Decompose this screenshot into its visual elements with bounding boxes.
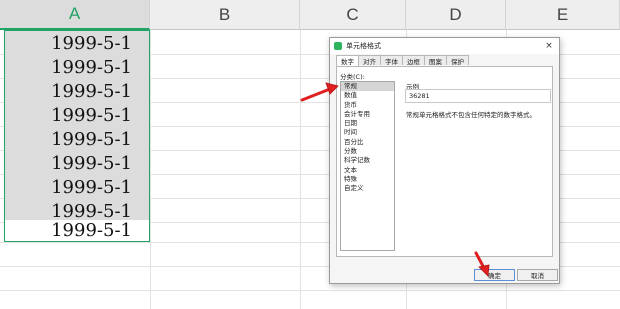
category-item-text[interactable]: 文本 (341, 166, 394, 175)
cell-a4[interactable]: 1999-5-1 (4, 103, 150, 127)
ok-button[interactable]: 确定 (474, 269, 515, 281)
cell-a1[interactable]: 1999-5-1 (4, 31, 150, 55)
tab-protection[interactable]: 保护 (446, 55, 469, 66)
cell-a3[interactable]: 1999-5-1 (4, 79, 150, 103)
app-icon (334, 42, 342, 50)
dialog-titlebar[interactable]: 单元格格式 × (330, 38, 559, 54)
grid-line (0, 290, 620, 291)
dialog-title: 单元格格式 (346, 42, 381, 50)
tab-number[interactable]: 数字 (336, 55, 359, 66)
column-header-d[interactable]: D (406, 0, 506, 30)
column-header-e[interactable]: E (506, 0, 620, 30)
dialog-tabs: 数字 对齐 字体 边框 图案 保护 (336, 55, 469, 66)
category-item-number[interactable]: 数值 (341, 91, 394, 100)
category-item-time[interactable]: 时间 (341, 128, 394, 137)
category-list[interactable]: 常规 数值 货币 会计专用 日期 时间 百分比 分数 科学记数 文本 特殊 自定… (340, 81, 395, 251)
sample-value: 36281 (405, 89, 551, 103)
cell-a9-active[interactable]: 1999-5-1 (4, 220, 150, 241)
cell-a5[interactable]: 1999-5-1 (4, 127, 150, 151)
number-tab-panel: 分类(C): 常规 数值 货币 会计专用 日期 时间 百分比 分数 科学记数 文… (336, 66, 553, 257)
category-item-currency[interactable]: 货币 (341, 101, 394, 110)
cell-a7[interactable]: 1999-5-1 (4, 175, 150, 199)
category-item-custom[interactable]: 自定义 (341, 184, 394, 193)
tab-pattern[interactable]: 图案 (424, 55, 447, 66)
category-item-fraction[interactable]: 分数 (341, 147, 394, 156)
column-header-c[interactable]: C (300, 0, 406, 30)
grid-line (150, 30, 151, 309)
category-item-percentage[interactable]: 百分比 (341, 138, 394, 147)
tab-font[interactable]: 字体 (380, 55, 403, 66)
column-header-a[interactable]: A (0, 0, 150, 30)
category-item-general[interactable]: 常规 (341, 82, 394, 92)
format-cells-dialog: 单元格格式 × 数字 对齐 字体 边框 图案 保护 分类(C): 常规 数值 货… (329, 37, 560, 284)
grid-line (300, 30, 301, 309)
cell-a6[interactable]: 1999-5-1 (4, 151, 150, 175)
category-label: 分类(C): (340, 73, 365, 81)
cell-a2[interactable]: 1999-5-1 (4, 55, 150, 79)
category-item-accounting[interactable]: 会计专用 (341, 110, 394, 119)
tab-alignment[interactable]: 对齐 (358, 55, 381, 66)
close-icon[interactable]: × (543, 39, 555, 52)
category-item-scientific[interactable]: 科学记数 (341, 156, 394, 165)
column-header-b[interactable]: B (150, 0, 300, 30)
tab-border[interactable]: 边框 (402, 55, 425, 66)
cancel-button[interactable]: 取消 (517, 269, 558, 281)
category-item-special[interactable]: 特殊 (341, 175, 394, 184)
format-description: 常规单元格格式不包含任何特定的数字格式。 (406, 111, 536, 119)
